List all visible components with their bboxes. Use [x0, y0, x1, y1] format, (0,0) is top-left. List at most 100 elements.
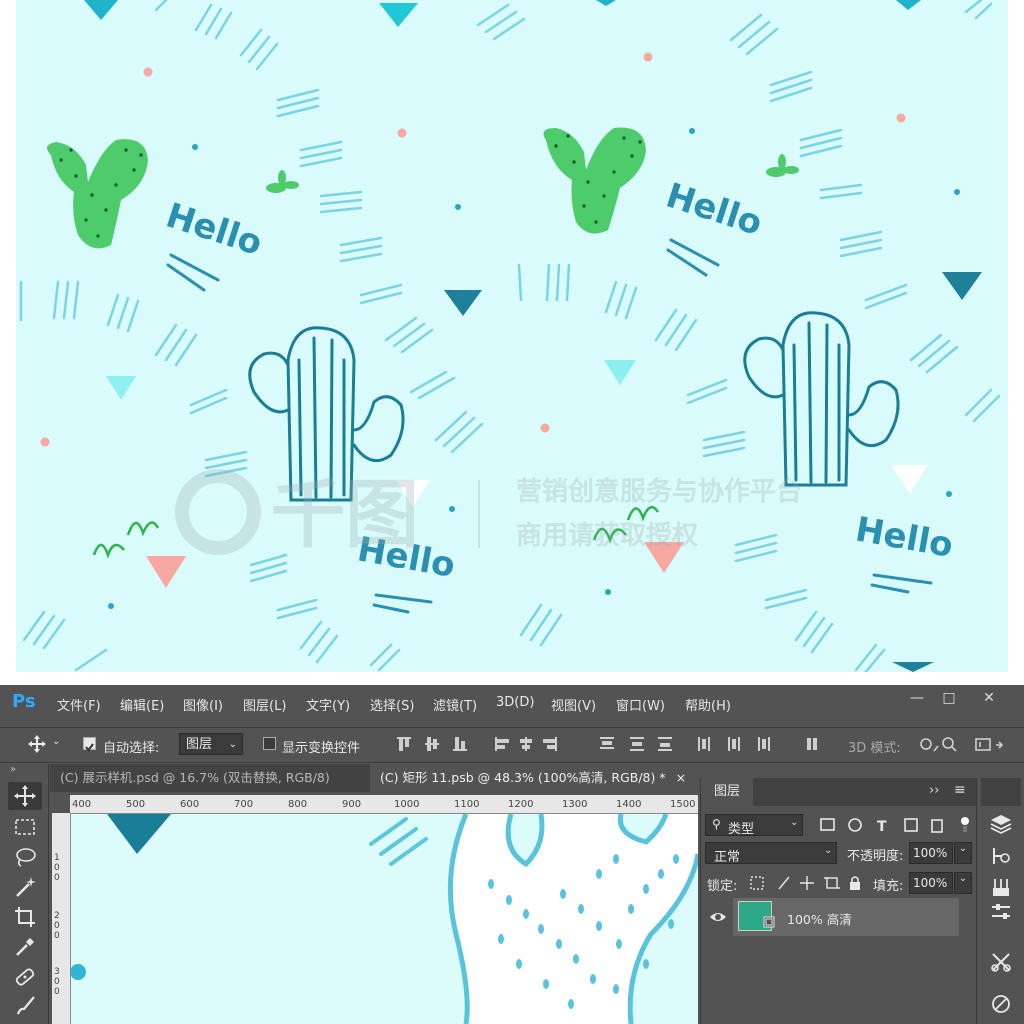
3d-mode-icons[interactable]	[918, 736, 1018, 754]
ruler-tick: 300	[54, 967, 60, 997]
panel-menu-icon[interactable]: ≡	[954, 782, 966, 798]
crop-tool-icon[interactable]	[12, 904, 38, 930]
opacity-label: 不透明度:	[847, 849, 904, 864]
smart-object-icon	[763, 916, 775, 928]
ruler-tick: 800	[288, 799, 308, 810]
chevron-down-icon: ⌄	[824, 845, 833, 856]
fill-input[interactable]: 100%	[909, 872, 953, 894]
outline-cactus-right	[743, 311, 900, 487]
healing-brush-tool-icon[interactable]	[12, 964, 38, 990]
ruler-tick: 700	[234, 799, 254, 810]
layer-filter-icons[interactable]: T	[819, 816, 974, 834]
hello-text-1: Hello	[161, 196, 267, 264]
styles-icon[interactable]	[989, 992, 1013, 1016]
ruler-tick: 500	[126, 799, 146, 810]
layers-panel-header: 图层 ›› ≡	[701, 778, 976, 806]
layer-name[interactable]: 100% 高清	[787, 909, 852, 928]
ruler-tick: 200	[54, 911, 60, 941]
strip-header	[981, 778, 1021, 806]
document-canvas[interactable]	[71, 814, 698, 1024]
menu-view[interactable]: 视图(V)	[551, 695, 596, 714]
marquee-tool-icon[interactable]	[12, 814, 38, 840]
menu-image[interactable]: 图像(I)	[183, 695, 223, 714]
blend-mode-value: 正常	[714, 850, 741, 865]
layers-tab[interactable]: 图层	[701, 778, 753, 806]
svg-text:T: T	[877, 819, 887, 834]
tab-close-icon[interactable]: ×	[676, 770, 686, 785]
move-tool-icon[interactable]	[28, 735, 46, 753]
close-window-button[interactable]: ✕	[968, 685, 1010, 711]
brushes-icon[interactable]	[989, 876, 1013, 900]
brush-tool-icon[interactable]	[12, 992, 38, 1018]
ruler-tick: 1200	[508, 799, 534, 810]
layers-icon[interactable]	[989, 812, 1013, 836]
menu-bar: Ps 文件(F) 编辑(E) 图像(I) 图层(L) 文字(Y) 选择(S) 滤…	[0, 685, 1024, 721]
tab-mockup-psd[interactable]: (C) 展示样机.psd @ 16.7% (双击替换, RGB/8)	[50, 764, 370, 792]
fill-dropdown-button[interactable]: ⌄	[954, 872, 972, 894]
right-icon-strip	[976, 778, 1024, 1024]
layer-filter-dropdown[interactable]: ⚲ 类型 ⌄	[705, 814, 803, 837]
menu-help[interactable]: 帮助(H)	[685, 695, 731, 714]
watermark-line1: 营销创意服务与协作平台	[516, 476, 802, 507]
lock-label: 锁定:	[707, 879, 738, 894]
menu-filter[interactable]: 滤镜(T)	[433, 695, 477, 714]
pattern-preview: Hello Hello Hello Hello 千图 营销创意服务与协作平台 商…	[16, 0, 1008, 672]
watermark-line2: 商用请获取授权	[516, 520, 698, 551]
opacity-dropdown-button[interactable]: ⌄	[954, 842, 972, 864]
align-icons[interactable]	[395, 734, 875, 754]
tab-label: (C) 展示样机.psd @ 16.7% (双击替换, RGB/8)	[60, 770, 330, 785]
magic-wand-tool-icon[interactable]	[12, 874, 38, 900]
horizontal-ruler: 400 500 600 700 800 900 1000 1100 1200 1…	[70, 795, 698, 814]
show-transform-label: 显示变换控件	[282, 741, 361, 756]
chevron-down-icon[interactable]: ⌄	[52, 736, 60, 747]
tab-rectangle-psb[interactable]: (C) 矩形 11.psb @ 48.3% (100%高清, RGB/8) * …	[370, 764, 698, 792]
ruler-tick: 100	[54, 853, 60, 883]
tools-panel: »	[0, 764, 49, 1024]
lasso-tool-icon[interactable]	[12, 844, 38, 870]
fill-label: 填充:	[873, 879, 904, 894]
ruler-tick: 1000	[394, 799, 420, 810]
hello-text-4: Hello	[852, 509, 956, 565]
tool-move-active[interactable]	[8, 782, 42, 810]
photoshop-window: Ps 文件(F) 编辑(E) 图像(I) 图层(L) 文字(Y) 选择(S) 滤…	[0, 685, 1024, 1024]
sprouts	[266, 154, 799, 193]
menu-3d[interactable]: 3D(D)	[496, 695, 534, 710]
chevron-down-icon: ⌄	[790, 817, 799, 828]
eyedropper-tool-icon[interactable]	[12, 934, 38, 960]
menu-window[interactable]: 窗口(W)	[616, 695, 665, 714]
tools-icon[interactable]	[989, 950, 1013, 974]
history-icon[interactable]	[989, 844, 1013, 868]
layer-row[interactable]: 100% 高清	[733, 898, 959, 936]
check-icon	[85, 743, 94, 752]
auto-select-checkbox[interactable]	[83, 737, 96, 752]
menu-type[interactable]: 文字(Y)	[306, 695, 350, 714]
chevron-down-icon: ⌄	[228, 739, 237, 750]
menu-file[interactable]: 文件(F)	[57, 695, 101, 714]
menu-layer[interactable]: 图层(L)	[243, 695, 286, 714]
canvas-artwork	[71, 814, 698, 1024]
expand-icon[interactable]: »	[10, 764, 16, 775]
lock-icons[interactable]	[749, 874, 865, 892]
collapse-icon[interactable]: ››	[929, 783, 939, 798]
auto-select-label: 自动选择:	[103, 741, 160, 756]
show-transform-checkbox[interactable]	[263, 737, 276, 750]
eye-icon[interactable]	[709, 910, 727, 924]
green-cactus-right	[543, 127, 646, 234]
watermark-logo-text: 千图	[271, 472, 419, 558]
auto-select-dropdown[interactable]: 图层 ⌄	[179, 733, 243, 755]
menu-select[interactable]: 选择(S)	[370, 695, 414, 714]
opacity-input[interactable]: 100%	[909, 842, 953, 864]
ruler-tick: 1100	[454, 799, 480, 810]
maximize-button[interactable]: □	[928, 685, 970, 711]
ps-logo: Ps	[12, 691, 36, 712]
search-icon: ⚲	[712, 817, 721, 831]
menu-edit[interactable]: 编辑(E)	[120, 695, 164, 714]
blend-mode-dropdown[interactable]: 正常 ⌄	[705, 842, 837, 865]
vertical-ruler: 100 200 300	[52, 813, 71, 1024]
options-bar: ⌄ 自动选择: 图层 ⌄ 显示变换控件 3D 模式:	[0, 727, 1024, 763]
mode-3d-label: 3D 模式:	[848, 741, 901, 756]
layers-panel: 图层 ›› ≡ ⚲ 类型 ⌄ T 正常 ⌄ 不透明度: 100% ⌄ 锁定: 填…	[700, 778, 976, 1024]
watermark: 千图 营销创意服务与协作平台 商用请获取授权	[175, 469, 802, 558]
adjustments-icon[interactable]	[989, 900, 1013, 924]
green-cactus-left	[47, 139, 148, 249]
